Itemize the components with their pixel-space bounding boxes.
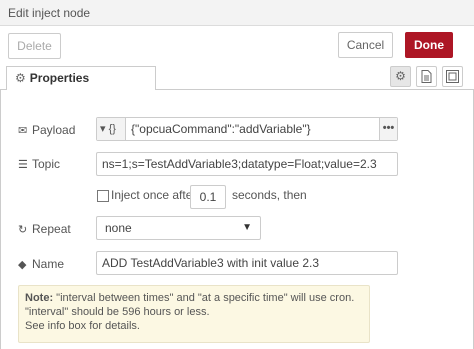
inject-delay-suffix: seconds, then (232, 188, 307, 202)
tasks-icon: ☰ (18, 159, 28, 171)
note-line-1: "interval between times" and "at a speci… (53, 292, 355, 304)
payload-type-selector[interactable]: ▾ {} (97, 118, 126, 140)
tag-icon: ◆ (18, 259, 27, 271)
note-prefix: Note: (25, 292, 54, 304)
delete-button[interactable]: Delete (8, 33, 61, 59)
inject-once-label: Inject once after (111, 188, 197, 202)
dialog-titlebar: Edit inject node (0, 0, 474, 26)
expand-editor-button[interactable]: ••• (379, 118, 397, 140)
payload-typed-input[interactable]: ▾ {} {"opcuaCommand":"addVariable"} ••• (96, 117, 398, 141)
envelope-icon: ✉ (18, 125, 28, 137)
payload-label: ✉ Payload (18, 123, 76, 137)
topic-label: ☰ Topic (18, 157, 61, 171)
repeat-icon: ↻ (18, 224, 28, 236)
name-label: ◆ Name (18, 257, 65, 271)
note-line-3: See info box for details. (25, 320, 140, 332)
chevron-down-icon: ▼ (242, 222, 252, 233)
payload-value[interactable]: {"opcuaCommand":"addVariable"} (131, 118, 311, 140)
topic-input[interactable]: ns=1;s=TestAddVariable3;datatype=Float;v… (96, 152, 398, 176)
tab-properties[interactable]: ⚙ Properties (6, 66, 156, 91)
appearance-icon[interactable] (442, 66, 463, 87)
gear-icon: ⚙ (15, 71, 26, 85)
dialog-title: Edit inject node (8, 6, 91, 20)
tab-properties-label: Properties (29, 71, 90, 85)
description-icon[interactable] (416, 66, 437, 87)
repeat-label: ↻ Repeat (18, 222, 71, 236)
repeat-selected-value: none (105, 221, 132, 235)
json-type-icon: {} (108, 123, 116, 135)
done-button[interactable]: Done (405, 32, 453, 58)
name-input[interactable]: ADD TestAddVariable3 with init value 2.3 (96, 251, 398, 275)
note-line-2: "interval" should be 596 hours or less. (25, 306, 210, 318)
repeat-select[interactable]: none ▼ (96, 216, 261, 240)
settings-gear-icon[interactable]: ⚙ (390, 66, 411, 87)
cancel-button[interactable]: Cancel (338, 32, 393, 58)
inject-delay-input[interactable]: 0.1 (190, 185, 226, 209)
cron-note: Note: "interval between times" and "at a… (18, 285, 370, 343)
inject-once-checkbox[interactable] (97, 190, 109, 202)
